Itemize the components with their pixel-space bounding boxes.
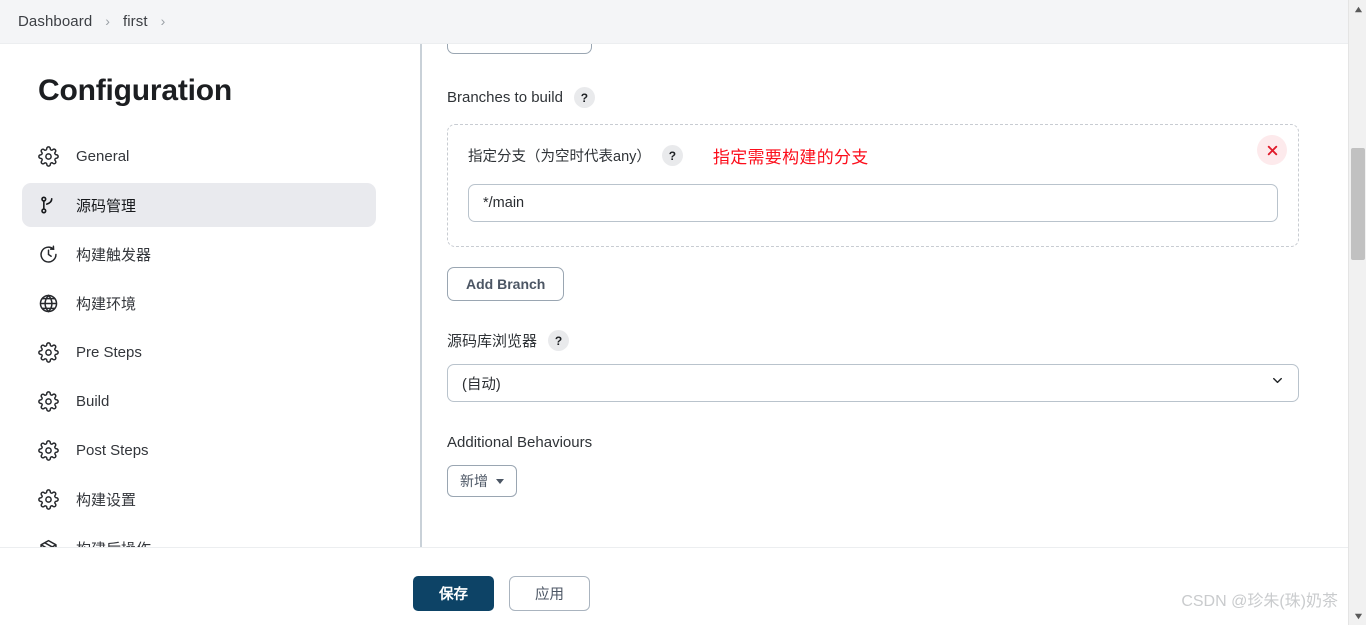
git-branch-icon [37, 194, 59, 216]
add-behaviour-button[interactable]: 新增 [447, 465, 517, 497]
app-window: Dashboard › first › Configuration Genera… [0, 0, 1366, 625]
clock-icon [37, 243, 59, 265]
gear-icon [37, 488, 59, 510]
branch-entry-panel: 指定分支（为空时代表any） ? 指定需要构建的分支 [447, 124, 1299, 247]
breadcrumb-separator-icon: › [105, 12, 110, 29]
scroll-down-icon[interactable] [1349, 607, 1366, 625]
sidebar-item-build-settings[interactable]: 构建设置 [22, 477, 376, 521]
scrollbar-thumb[interactable] [1351, 148, 1365, 260]
sidebar-item-label: Build [76, 392, 110, 410]
additional-behaviours-label: Additional Behaviours [447, 434, 593, 451]
sidebar-item-build-environment[interactable]: 构建环境 [22, 281, 376, 325]
sidebar-item-build[interactable]: Build [22, 379, 376, 423]
repo-browser-selected-value: (自动) [462, 376, 501, 393]
sidebar-item-source-control[interactable]: 源码管理 [22, 183, 376, 227]
sidebar-item-general[interactable]: General [22, 134, 376, 178]
sidebar-item-label: 构建触发器 [76, 246, 152, 264]
close-icon [1266, 144, 1279, 157]
add-behaviour-label: 新增 [460, 473, 488, 489]
repo-browser-label-row: 源码库浏览器 ? [447, 330, 1348, 351]
watermark: CSDN @珍朱(珠)奶茶 [1181, 593, 1338, 610]
sidebar-item-label: Pre Steps [76, 343, 142, 361]
sidebar-item-label: Post Steps [76, 441, 149, 459]
vertical-scrollbar[interactable] [1348, 0, 1366, 625]
save-button[interactable]: 保存 [413, 576, 494, 611]
sidebar-item-label: 构建设置 [76, 491, 137, 509]
gear-icon [37, 439, 59, 461]
branch-specifier-label: 指定分支（为空时代表any） [468, 149, 651, 165]
breadcrumb: Dashboard › first › [0, 0, 1348, 44]
help-icon[interactable]: ? [573, 87, 595, 108]
sidebar-item-build-triggers[interactable]: 构建触发器 [22, 232, 376, 276]
branches-to-build-label: Branches to build [447, 89, 563, 106]
help-icon[interactable]: ? [661, 145, 683, 166]
delete-branch-button[interactable] [1257, 135, 1287, 165]
footer-action-bar [0, 547, 1348, 625]
repo-browser-label: 源码库浏览器 [447, 333, 538, 350]
globe-icon [37, 292, 59, 314]
annotation-text: 指定需要构建的分支 [712, 148, 869, 167]
main-content: Branches to build ? 指定分支（为空时代表any） ? 指定需… [420, 44, 1348, 625]
add-branch-button[interactable]: Add Branch [447, 267, 565, 301]
gear-icon [37, 145, 59, 167]
breadcrumb-item-first[interactable]: first [123, 13, 148, 30]
repo-browser-select[interactable]: (自动) [447, 364, 1299, 402]
sidebar-item-pre-steps[interactable]: Pre Steps [22, 330, 376, 374]
breadcrumb-item-dashboard[interactable]: Dashboard [18, 13, 92, 30]
branch-specifier-input[interactable] [468, 184, 1278, 222]
gear-icon [37, 390, 59, 412]
sidebar-item-label: 源码管理 [76, 197, 137, 215]
sidebar-nav: General 源码管理 构建触发器 构建环境 Pre Steps Build … [22, 134, 420, 570]
sidebar-item-label: General [76, 147, 130, 165]
sidebar: Configuration General 源码管理 构建触发器 构建环境 Pr… [0, 44, 420, 625]
sidebar-item-label: 构建环境 [76, 295, 137, 313]
clipped-widget-above [447, 44, 592, 54]
scroll-up-icon[interactable] [1349, 0, 1366, 18]
gear-icon [37, 341, 59, 363]
help-icon[interactable]: ? [548, 330, 570, 351]
repo-browser-select-wrap: (自动) [447, 364, 1299, 402]
sidebar-item-post-steps[interactable]: Post Steps [22, 428, 376, 472]
breadcrumb-separator-icon: › [160, 12, 166, 29]
caret-down-icon [496, 478, 504, 484]
branch-entry-header: 指定分支（为空时代表any） ? 指定需要构建的分支 [468, 143, 1278, 168]
page-title: Configuration [38, 74, 233, 107]
apply-button[interactable]: 应用 [509, 576, 590, 611]
